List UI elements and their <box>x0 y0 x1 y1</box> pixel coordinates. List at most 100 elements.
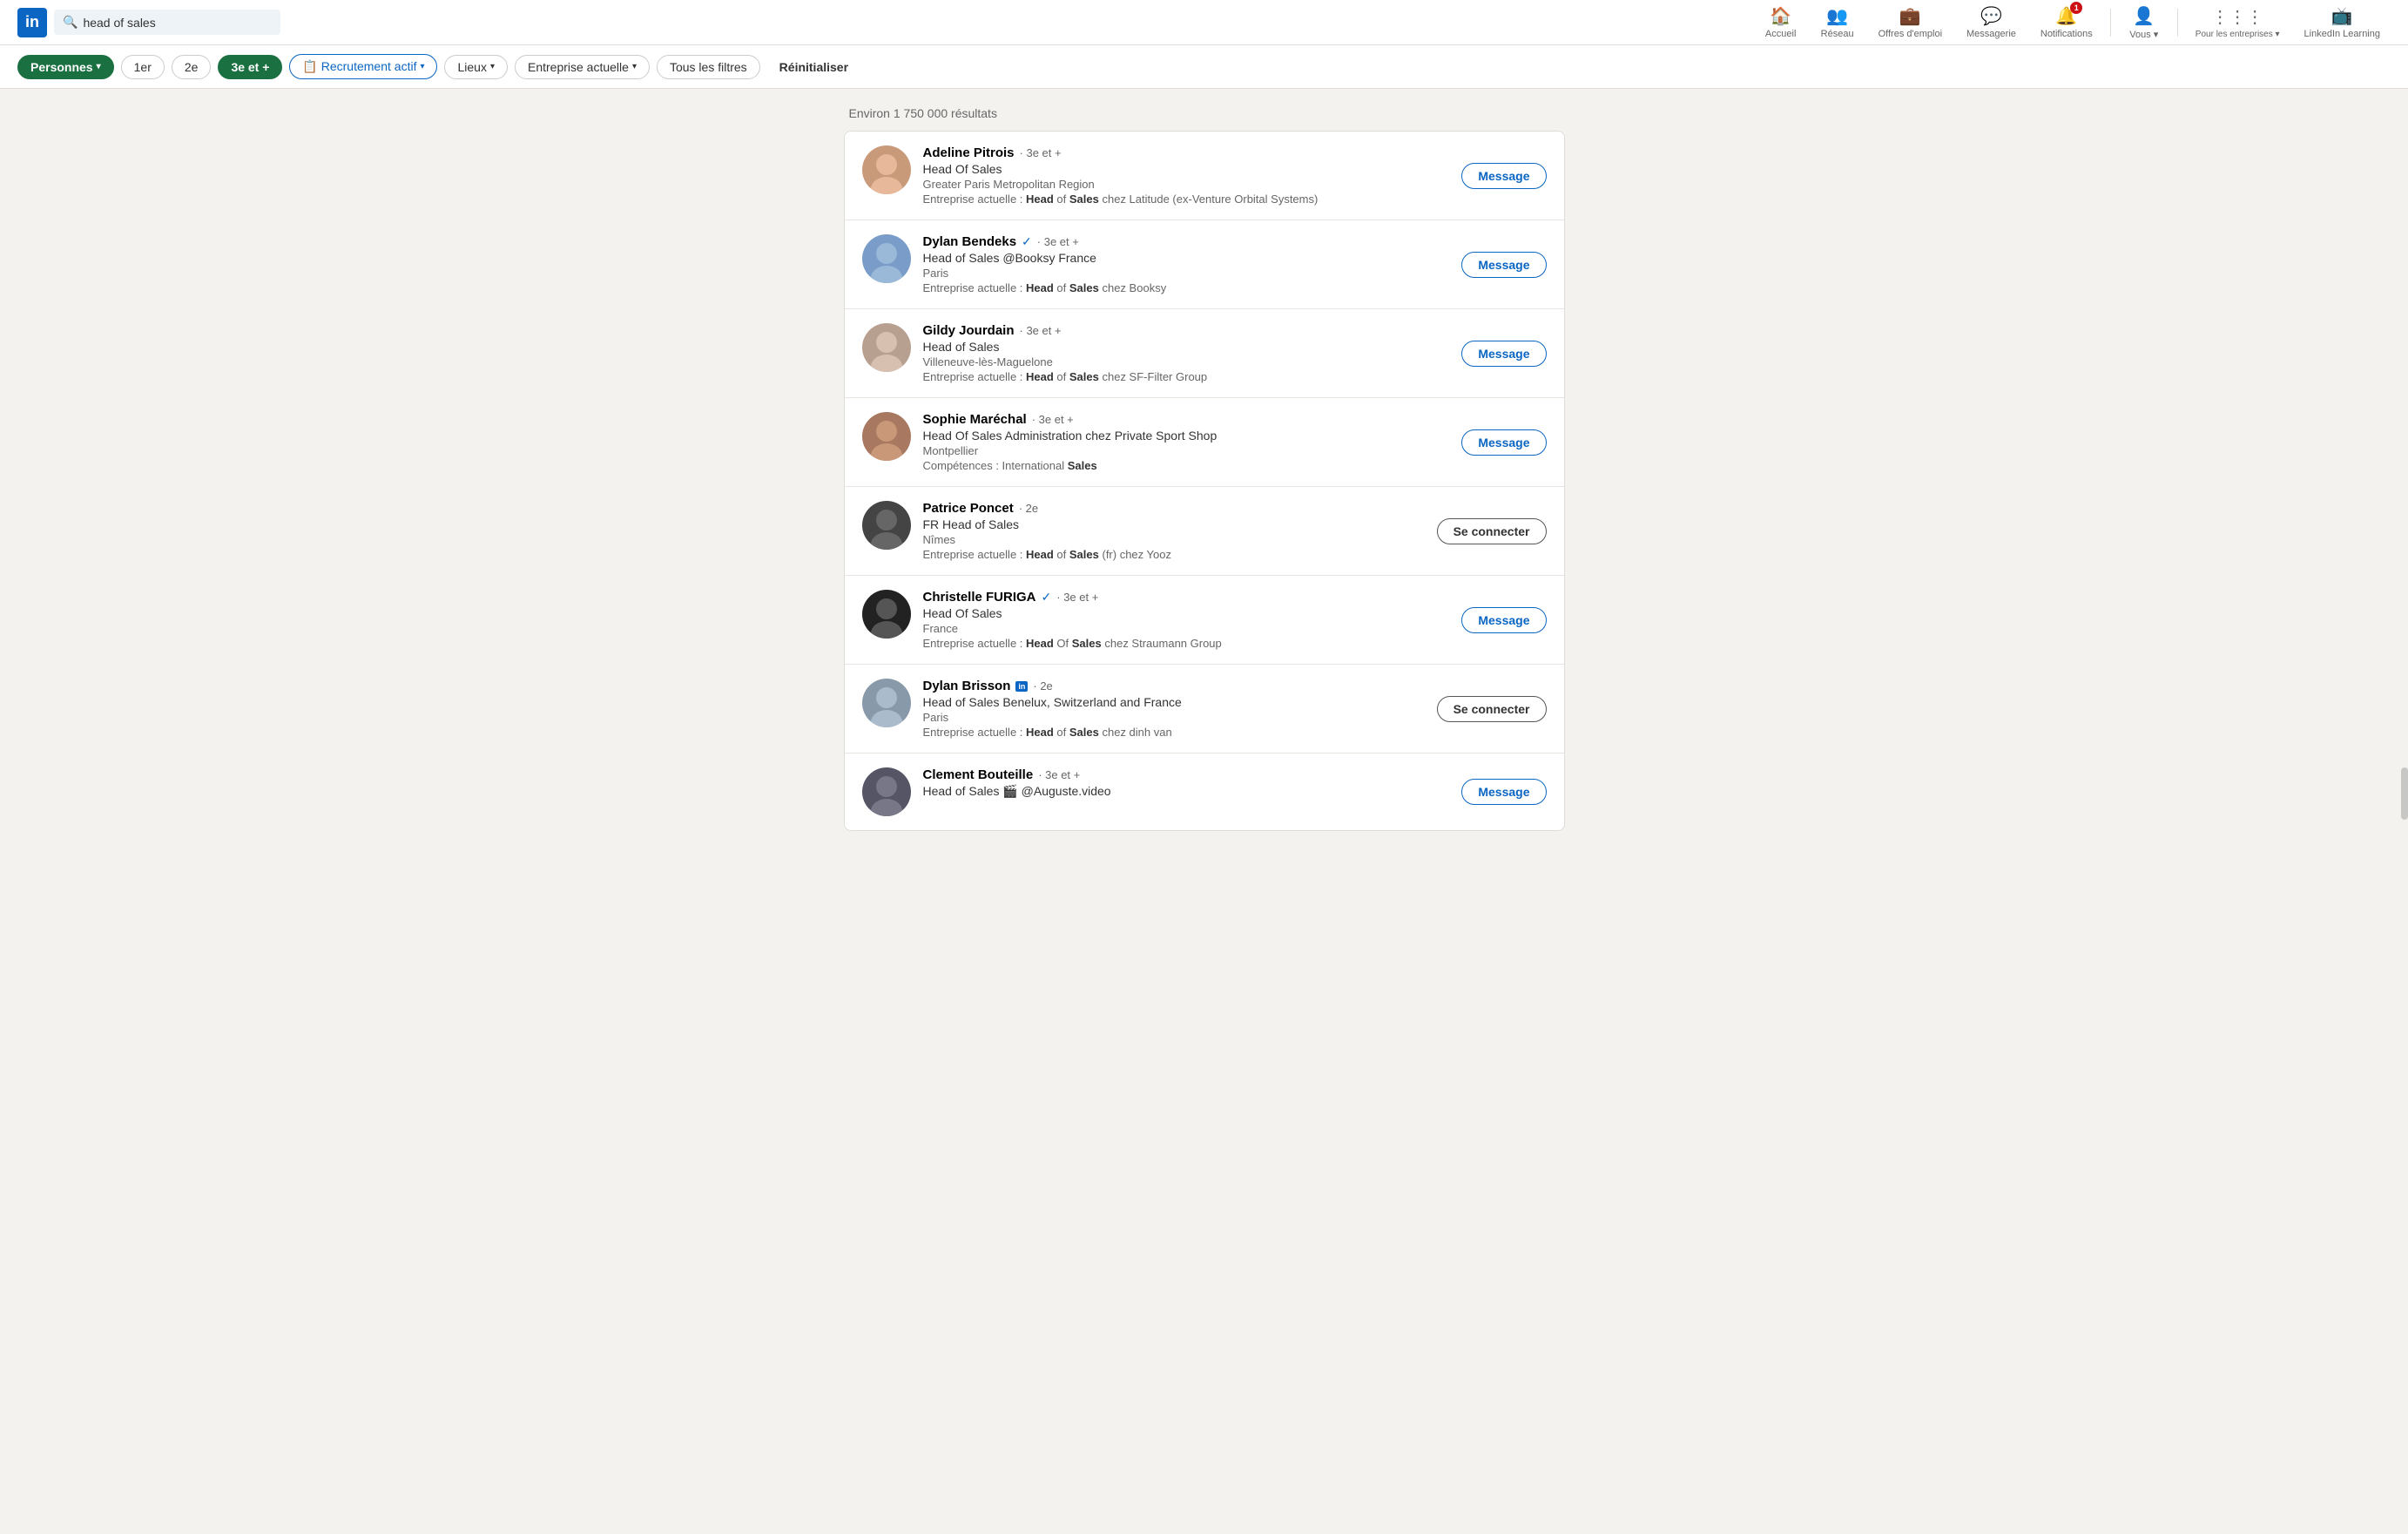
filter-reinitialiser[interactable]: Réinitialiser <box>767 56 860 78</box>
nav-label-offres: Offres d'emploi <box>1879 29 1942 39</box>
result-title: Head Of Sales Administration chez Privat… <box>923 429 1450 443</box>
nav-label-accueil: Accueil <box>1765 29 1796 39</box>
search-icon: 🔍 <box>63 15 78 30</box>
home-icon: 🏠 <box>1770 5 1791 27</box>
nav-items: 🏠 Accueil 👥 Réseau 💼 Offres d'emploi 💬 M… <box>1755 2 2391 44</box>
notification-badge: 1 <box>2070 2 2082 14</box>
result-action: Message <box>1461 607 1546 633</box>
result-item: Dylan Brisson in · 2e Head of Sales Bene… <box>845 665 1564 753</box>
nav-item-learning[interactable]: 📺 LinkedIn Learning <box>2294 2 2391 43</box>
result-title: Head of Sales 🎬 @Auguste.video <box>923 784 1450 799</box>
avatar <box>862 234 911 283</box>
result-location: Paris <box>923 711 1425 724</box>
message-button[interactable]: Message <box>1461 252 1546 278</box>
scrollbar[interactable] <box>2401 767 2408 820</box>
avatar <box>862 767 911 816</box>
nav-item-messagerie[interactable]: 💬 Messagerie <box>1956 2 2027 43</box>
avatar <box>862 412 911 461</box>
result-current: Entreprise actuelle : Head of Sales (fr)… <box>923 548 1425 561</box>
result-name[interactable]: Clement Bouteille <box>923 767 1034 782</box>
result-degree: · 2e <box>1033 679 1052 693</box>
nav-divider-2 <box>2177 9 2178 37</box>
search-bar: 🔍 <box>54 10 280 35</box>
result-degree: · 3e et + <box>1032 413 1074 426</box>
result-info: Sophie Maréchal · 3e et + Head Of Sales … <box>923 412 1450 472</box>
message-button[interactable]: Message <box>1461 607 1546 633</box>
filter-first[interactable]: 1er <box>121 55 165 79</box>
result-location: Nîmes <box>923 533 1425 546</box>
result-location: Villeneuve-lès-Maguelone <box>923 355 1450 368</box>
result-name[interactable]: Adeline Pitrois <box>923 145 1015 160</box>
chevron-lieux-icon: ▾ <box>490 62 495 71</box>
avatar <box>862 145 911 194</box>
result-item: Christelle FURIGA ✓ · 3e et + Head Of Sa… <box>845 576 1564 665</box>
result-name[interactable]: Gildy Jourdain <box>923 323 1015 338</box>
connect-button[interactable]: Se connecter <box>1437 518 1547 544</box>
result-current: Entreprise actuelle : Head of Sales chez… <box>923 370 1450 383</box>
result-action: Se connecter <box>1437 518 1547 544</box>
results-card: Adeline Pitrois · 3e et + Head Of Sales … <box>844 131 1565 831</box>
result-name[interactable]: Dylan Brisson <box>923 679 1011 693</box>
nav-item-notifications[interactable]: 🔔 1 Notifications <box>2030 2 2103 43</box>
filter-recrutement[interactable]: 📋 Recrutement actif ▾ <box>289 54 437 79</box>
nav-label-learning: LinkedIn Learning <box>2304 29 2380 39</box>
nav-item-reseau[interactable]: 👥 Réseau <box>1811 2 1865 43</box>
avatar <box>862 323 911 372</box>
filter-second[interactable]: 2e <box>172 55 212 79</box>
results-count: Environ 1 750 000 résultats <box>844 106 1565 120</box>
nav-divider <box>2110 9 2111 37</box>
result-item: Clement Bouteille · 3e et + Head of Sale… <box>845 753 1564 830</box>
result-item: Gildy Jourdain · 3e et + Head of Sales V… <box>845 309 1564 398</box>
linkedin-logo[interactable]: in <box>17 8 47 37</box>
nav-label-notifications: Notifications <box>2040 29 2093 39</box>
result-name[interactable]: Christelle FURIGA <box>923 590 1036 605</box>
message-button[interactable]: Message <box>1461 163 1546 189</box>
nav-item-vous[interactable]: 👤 Vous ▾ <box>2118 2 2170 44</box>
chevron-entreprise-icon: ▾ <box>632 62 637 71</box>
result-name[interactable]: Dylan Bendeks <box>923 234 1017 249</box>
result-name[interactable]: Sophie Maréchal <box>923 412 1027 427</box>
result-degree: · 3e et + <box>1020 324 1062 337</box>
result-info: Patrice Poncet · 2e FR Head of Sales Nîm… <box>923 501 1425 561</box>
result-degree: · 3e et + <box>1038 768 1080 781</box>
grid-icon: ⋮⋮⋮ <box>2211 6 2263 28</box>
result-current: Entreprise actuelle : Head of Sales chez… <box>923 726 1425 739</box>
message-button[interactable]: Message <box>1461 429 1546 456</box>
nav-label-reseau: Réseau <box>1821 29 1854 39</box>
nav-label-entreprises: Pour les entreprises ▾ <box>2196 30 2280 39</box>
result-current: Entreprise actuelle : Head of Sales chez… <box>923 281 1450 294</box>
result-name[interactable]: Patrice Poncet <box>923 501 1014 516</box>
result-location: France <box>923 622 1450 635</box>
nav-item-grid[interactable]: ⋮⋮⋮ Pour les entreprises ▾ <box>2185 3 2290 43</box>
result-name-row: Clement Bouteille · 3e et + <box>923 767 1450 782</box>
filter-entreprise[interactable]: Entreprise actuelle ▾ <box>515 55 650 79</box>
avatar <box>862 590 911 639</box>
nav-label-vous: Vous ▾ <box>2129 29 2158 40</box>
filter-lieux[interactable]: Lieux ▾ <box>444 55 508 79</box>
result-action: Message <box>1461 252 1546 278</box>
avatar <box>862 501 911 550</box>
result-item: Dylan Bendeks ✓ · 3e et + Head of Sales … <box>845 220 1564 309</box>
profile-icon: 👤 <box>2133 5 2155 27</box>
filter-third[interactable]: 3e et + <box>218 55 282 79</box>
result-title: Head of Sales <box>923 340 1450 354</box>
result-name-row: Sophie Maréchal · 3e et + <box>923 412 1450 427</box>
nav-label-messagerie: Messagerie <box>1966 29 2016 39</box>
result-name-row: Gildy Jourdain · 3e et + <box>923 323 1450 338</box>
search-input[interactable] <box>83 16 272 30</box>
message-button[interactable]: Message <box>1461 341 1546 367</box>
result-info: Gildy Jourdain · 3e et + Head of Sales V… <box>923 323 1450 383</box>
message-button[interactable]: Message <box>1461 779 1546 805</box>
chevron-personnes-icon: ▾ <box>97 62 101 71</box>
nav-item-accueil[interactable]: 🏠 Accueil <box>1755 2 1807 43</box>
result-title: Head Of Sales <box>923 606 1450 620</box>
result-title: Head Of Sales <box>923 162 1450 176</box>
nav-item-offres[interactable]: 💼 Offres d'emploi <box>1868 2 1953 43</box>
result-current: Entreprise actuelle : Head Of Sales chez… <box>923 637 1450 650</box>
filter-tous[interactable]: Tous les filtres <box>657 55 760 79</box>
connect-button[interactable]: Se connecter <box>1437 696 1547 722</box>
result-degree: · 2e <box>1019 502 1038 515</box>
filter-personnes[interactable]: Personnes ▾ <box>17 55 114 79</box>
result-name-row: Christelle FURIGA ✓ · 3e et + <box>923 590 1450 605</box>
result-degree: · 3e et + <box>1056 591 1098 604</box>
